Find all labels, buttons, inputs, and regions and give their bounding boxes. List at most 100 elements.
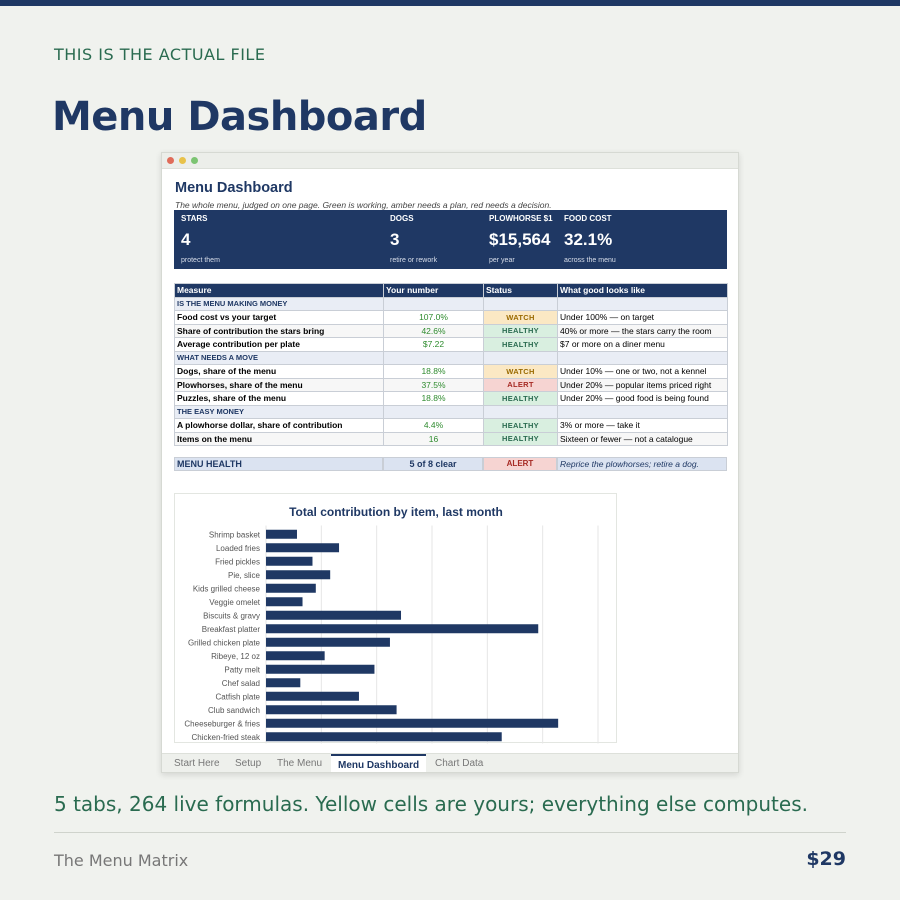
target-cell[interactable]: $7 or more on a diner menu [557, 337, 728, 352]
target-cell[interactable]: Sixteen or fewer — not a catalogue [557, 431, 728, 446]
measure-cell[interactable]: A plowhorse dollar, share of contributio… [174, 418, 384, 433]
bar [266, 529, 297, 539]
table-cell[interactable] [383, 350, 484, 365]
bar [266, 678, 301, 688]
category-label: Loaded fries [216, 544, 260, 553]
status-badge[interactable]: HEALTHY [483, 418, 558, 433]
column-header[interactable]: What good looks like [557, 283, 728, 298]
status-badge[interactable]: WATCH [483, 364, 558, 379]
bar [266, 543, 340, 553]
table-row: Share of contribution the stars bring 42… [174, 323, 728, 338]
number-cell[interactable]: 16 [383, 431, 484, 446]
bar [266, 718, 559, 728]
target-cell[interactable]: Under 20% — popular items priced right [557, 377, 728, 392]
tab-chart-data[interactable]: Chart Data [435, 758, 483, 769]
table-cell[interactable] [557, 404, 728, 419]
menu-health-label[interactable]: MENU HEALTH [174, 457, 383, 471]
bar [266, 583, 316, 593]
category-label: Fried pickles [215, 557, 260, 566]
window-titlebar [162, 153, 738, 169]
tab-menu-dashboard[interactable]: Menu Dashboard [331, 754, 427, 772]
table-row: Dogs, share of the menu 18.8% WATCH Unde… [174, 364, 728, 379]
kpi-label: PLOWHORSE $1 [489, 214, 553, 223]
measures-table: Measure Your number Status What good loo… [174, 283, 728, 446]
number-cell[interactable]: 18.8% [383, 391, 484, 406]
section-row: IS THE MENU MAKING MONEY [174, 296, 728, 311]
bar [266, 637, 390, 647]
menu-health-score[interactable]: 5 of 8 clear [383, 457, 483, 471]
contribution-chart[interactable]: Total contribution by item, last month Sh… [174, 493, 617, 744]
table-cell[interactable] [383, 404, 484, 419]
tab-start-here[interactable]: Start Here [174, 758, 220, 769]
section-title[interactable]: WHAT NEEDS A MOVE [174, 350, 384, 365]
tab-setup[interactable]: Setup [235, 758, 261, 769]
column-header[interactable]: Your number [383, 283, 484, 298]
status-badge[interactable]: HEALTHY [483, 337, 558, 352]
table-cell[interactable] [557, 350, 728, 365]
measure-cell[interactable]: Average contribution per plate [174, 337, 384, 352]
section-title[interactable]: IS THE MENU MAKING MONEY [174, 296, 384, 311]
target-cell[interactable]: 40% or more — the stars carry the room [557, 323, 728, 338]
number-cell[interactable]: 4.4% [383, 418, 484, 433]
number-cell[interactable]: 107.0% [383, 310, 484, 325]
status-badge[interactable]: HEALTHY [483, 431, 558, 446]
measure-cell[interactable]: Share of contribution the stars bring [174, 323, 384, 338]
target-cell[interactable]: Under 10% — one or two, not a kennel [557, 364, 728, 379]
column-header[interactable]: Status [483, 283, 558, 298]
number-cell[interactable]: 37.5% [383, 377, 484, 392]
product-name: The Menu Matrix [54, 851, 189, 870]
maximize-window-dot[interactable] [191, 157, 198, 164]
kpi-value: 3 [390, 230, 400, 249]
minimize-window-dot[interactable] [179, 157, 186, 164]
table-cell[interactable] [557, 296, 728, 311]
column-header[interactable]: Measure [174, 283, 384, 298]
status-badge[interactable]: WATCH [483, 310, 558, 325]
eyebrow-label: THIS IS THE ACTUAL FILE [54, 45, 266, 64]
close-window-dot[interactable] [167, 157, 174, 164]
table-cell[interactable] [483, 296, 558, 311]
kpi-label: FOOD COST [564, 214, 612, 223]
menu-health-note[interactable]: Reprice the plowhorses; retire a dog. [557, 457, 727, 471]
status-badge[interactable]: HEALTHY [483, 391, 558, 406]
menu-health-status[interactable]: ALERT [483, 457, 557, 471]
table-cell[interactable] [383, 296, 484, 311]
table-row: A plowhorse dollar, share of contributio… [174, 418, 728, 433]
category-label: Breakfast platter [202, 625, 261, 634]
status-badge[interactable]: HEALTHY [483, 323, 558, 338]
measure-cell[interactable]: Plowhorses, share of the menu [174, 377, 384, 392]
measure-cell[interactable]: Dogs, share of the menu [174, 364, 384, 379]
bar [266, 705, 397, 715]
price-label: $29 [806, 848, 846, 870]
category-label: Kids grilled cheese [193, 584, 261, 593]
category-label: Veggie omelet [209, 598, 260, 607]
section-title[interactable]: THE EASY MONEY [174, 404, 384, 419]
category-label: Catfish plate [216, 692, 261, 701]
tagline: 5 tabs, 264 live formulas. Yellow cells … [54, 792, 808, 816]
category-label: Pie, slice [228, 571, 261, 580]
measure-cell[interactable]: Items on the menu [174, 431, 384, 446]
bar [266, 664, 375, 674]
measure-cell[interactable]: Food cost vs your target [174, 310, 384, 325]
kpi-value: 32.1% [564, 230, 613, 249]
kpi-note: per year [489, 257, 515, 264]
category-label: Biscuits & gravy [203, 611, 260, 620]
number-cell[interactable]: $7.22 [383, 337, 484, 352]
kpi-value: 4 [181, 230, 191, 249]
target-cell[interactable]: 3% or more — take it [557, 418, 728, 433]
kpi-label: DOGS [390, 214, 414, 223]
table-cell[interactable] [483, 404, 558, 419]
bar [266, 556, 313, 566]
status-badge[interactable]: ALERT [483, 377, 558, 392]
kpi-label: STARS [181, 214, 208, 223]
tab-the-menu[interactable]: The Menu [277, 758, 322, 769]
chart-title: Total contribution by item, last month [289, 505, 503, 519]
top-accent-bar [0, 0, 900, 6]
number-cell[interactable]: 42.6% [383, 323, 484, 338]
bar [266, 691, 359, 701]
target-cell[interactable]: Under 20% — good food is being found [557, 391, 728, 406]
target-cell[interactable]: Under 100% — on target [557, 310, 728, 325]
table-cell[interactable] [483, 350, 558, 365]
number-cell[interactable]: 18.8% [383, 364, 484, 379]
table-header-row: Measure Your number Status What good loo… [174, 283, 728, 298]
measure-cell[interactable]: Puzzles, share of the menu [174, 391, 384, 406]
